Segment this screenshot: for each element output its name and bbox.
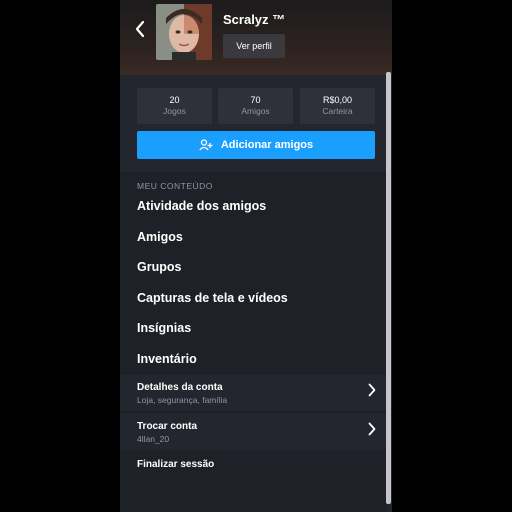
my-content-section: MEU CONTEÚDO Atividade dos amigos Amigos… bbox=[120, 172, 386, 512]
stats-panel: 20 Jogos 70 Amigos R$0,00 Carteira Adici… bbox=[120, 75, 386, 172]
chevron-right-icon bbox=[368, 422, 376, 439]
menu-item-friends-activity[interactable]: Atividade dos amigos bbox=[137, 199, 266, 213]
switch-account-title: Trocar conta bbox=[137, 421, 198, 432]
avatar[interactable] bbox=[156, 4, 212, 60]
stat-games-value: 20 bbox=[169, 95, 180, 105]
view-profile-button[interactable]: Ver perfil bbox=[223, 34, 285, 58]
add-friends-label: Adicionar amigos bbox=[220, 139, 314, 151]
scrollbar[interactable] bbox=[386, 72, 391, 504]
logout-button[interactable]: Finalizar sessão bbox=[137, 459, 214, 470]
stat-friends-value: 70 bbox=[250, 95, 261, 105]
add-friend-icon bbox=[199, 139, 213, 151]
chevron-left-icon bbox=[135, 20, 145, 38]
menu-item-friends[interactable]: Amigos bbox=[137, 230, 183, 244]
account-details-row[interactable]: Detalhes da conta Loja, segurança, famíl… bbox=[120, 373, 386, 411]
switch-account-row[interactable]: Trocar conta 4llan_20 bbox=[120, 412, 386, 450]
account-details-title: Detalhes da conta bbox=[137, 382, 223, 393]
stat-wallet-label: Carteira bbox=[322, 106, 353, 116]
stat-wallet[interactable]: R$0,00 Carteira bbox=[300, 88, 375, 124]
section-label: MEU CONTEÚDO bbox=[137, 181, 213, 191]
stat-friends-label: Amigos bbox=[241, 106, 270, 116]
stat-friends[interactable]: 70 Amigos bbox=[218, 88, 293, 124]
profile-header: Scralyz ™ Ver perfil bbox=[120, 0, 392, 75]
add-friends-button[interactable]: Adicionar amigos bbox=[137, 131, 375, 159]
menu-item-screenshots-videos[interactable]: Capturas de tela e vídeos bbox=[137, 291, 288, 305]
avatar-image bbox=[156, 4, 212, 60]
menu-item-inventory[interactable]: Inventário bbox=[137, 352, 197, 366]
menu-item-badges[interactable]: Insígnias bbox=[137, 321, 191, 335]
stat-games-label: Jogos bbox=[163, 106, 186, 116]
account-details-subtitle: Loja, segurança, família bbox=[137, 395, 228, 405]
menu-item-groups[interactable]: Grupos bbox=[137, 260, 181, 274]
stat-games[interactable]: 20 Jogos bbox=[137, 88, 212, 124]
chevron-right-icon bbox=[368, 383, 376, 400]
username: Scralyz ™ bbox=[223, 12, 286, 27]
back-button[interactable] bbox=[134, 20, 154, 44]
steam-account-menu: Scralyz ™ Ver perfil 20 Jogos 70 Amigos … bbox=[120, 0, 392, 512]
switch-account-subtitle: 4llan_20 bbox=[137, 434, 170, 444]
stat-wallet-value: R$0,00 bbox=[322, 95, 353, 105]
